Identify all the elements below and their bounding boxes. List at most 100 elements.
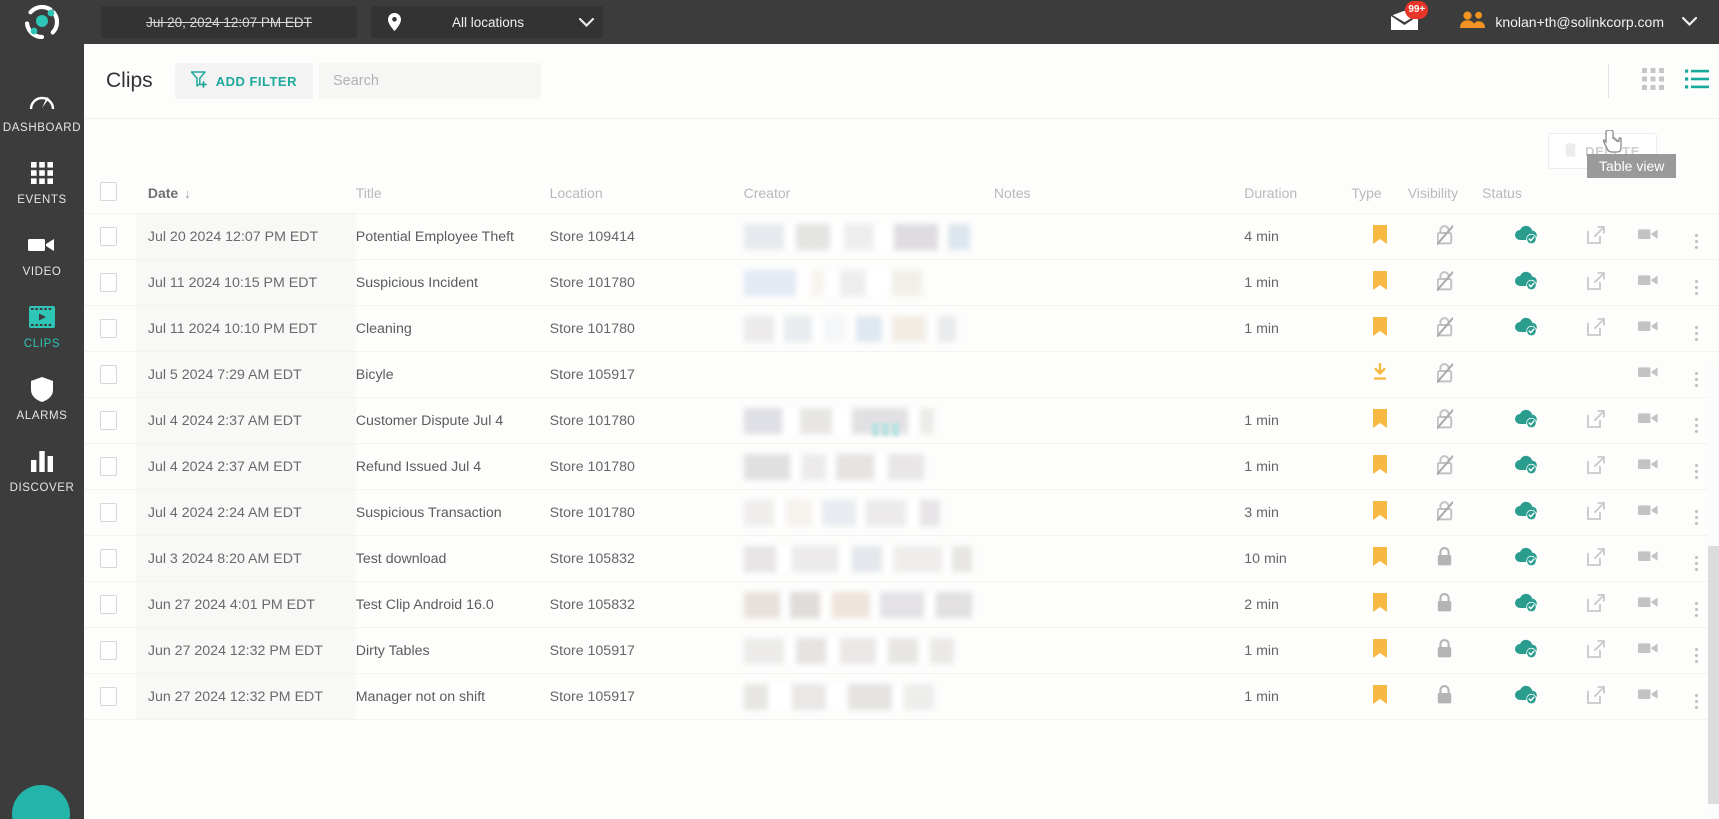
row-more-menu-icon[interactable] [1694, 463, 1698, 479]
play-video-icon[interactable] [1637, 595, 1658, 610]
lock-open-slashed-icon[interactable] [1436, 270, 1453, 291]
cloud-uploaded-icon[interactable] [1515, 270, 1537, 291]
table-row[interactable]: Jul 4 2024 2:24 AM EDT Suspicious Transac… [84, 489, 1719, 536]
play-video-icon[interactable] [1637, 641, 1658, 656]
table-row[interactable]: Jul 11 2024 10:15 PM EDT Suspicious Incid… [84, 259, 1719, 306]
cloud-uploaded-icon[interactable] [1515, 224, 1537, 245]
row-checkbox[interactable] [100, 641, 117, 660]
play-video-icon[interactable] [1637, 411, 1658, 426]
play-video-icon[interactable] [1637, 227, 1658, 242]
search-input[interactable] [319, 63, 541, 99]
table-row[interactable]: Jun 27 2024 12:32 PM EDT Manager not on s… [84, 673, 1719, 720]
row-more-menu-icon[interactable] [1694, 325, 1698, 341]
sidebar-item-discover[interactable]: DISCOVER [0, 434, 84, 506]
select-all-checkbox[interactable] [100, 182, 117, 201]
sidebar-item-dashboard[interactable]: DASHBOARD [0, 74, 84, 146]
lock-closed-icon[interactable] [1437, 685, 1452, 704]
column-header-creator[interactable]: Creator [744, 182, 994, 214]
row-checkbox[interactable] [100, 227, 117, 246]
play-video-icon[interactable] [1637, 549, 1658, 564]
table-row[interactable]: Jul 20 2024 12:07 PM EDT Potential Employ… [84, 213, 1719, 260]
sidebar-item-alarms[interactable]: ALARMS [0, 362, 84, 434]
row-checkbox[interactable] [100, 549, 117, 568]
open-external-icon[interactable] [1587, 501, 1605, 520]
row-checkbox[interactable] [100, 595, 117, 614]
table-row[interactable]: Jul 11 2024 10:10 PM EDT Cleaning Store 10… [84, 305, 1719, 352]
row-checkbox[interactable] [100, 365, 117, 384]
cloud-uploaded-icon[interactable] [1515, 546, 1537, 567]
user-menu[interactable]: knolan+th@solinkcorp.com [1460, 11, 1698, 33]
lock-closed-icon[interactable] [1437, 547, 1452, 566]
row-checkbox[interactable] [100, 273, 117, 292]
add-filter-button[interactable]: ADD FILTER [174, 63, 313, 99]
bookmark-icon[interactable] [1372, 501, 1387, 520]
table-row[interactable]: Jul 3 2024 8:20 AM EDT Test download Store… [84, 535, 1719, 582]
cloud-uploaded-icon[interactable] [1515, 408, 1537, 429]
notifications-button[interactable]: 99+ [1389, 0, 1429, 35]
bookmark-icon[interactable] [1372, 271, 1387, 290]
open-external-icon[interactable] [1587, 455, 1605, 474]
row-more-menu-icon[interactable] [1694, 233, 1698, 249]
play-video-icon[interactable] [1637, 273, 1658, 288]
lock-closed-icon[interactable] [1437, 593, 1452, 612]
open-external-icon[interactable] [1587, 639, 1605, 658]
play-video-icon[interactable] [1637, 503, 1658, 518]
table-scrollbar-thumb[interactable] [1708, 546, 1719, 804]
play-video-icon[interactable] [1637, 365, 1658, 380]
open-external-icon[interactable] [1587, 547, 1605, 566]
row-checkbox[interactable] [100, 319, 117, 338]
row-more-menu-icon[interactable] [1694, 417, 1698, 433]
column-header-type[interactable]: Type [1351, 182, 1407, 214]
play-video-icon[interactable] [1637, 319, 1658, 334]
cloud-uploaded-icon[interactable] [1515, 316, 1537, 337]
column-header-notes[interactable]: Notes [994, 182, 1244, 214]
row-checkbox[interactable] [100, 457, 117, 476]
column-header-status[interactable]: Status [1482, 182, 1570, 214]
play-video-icon[interactable] [1637, 687, 1658, 702]
row-more-menu-icon[interactable] [1694, 555, 1698, 571]
app-logo[interactable] [0, 0, 84, 44]
open-external-icon[interactable] [1587, 317, 1605, 336]
column-header-visibility[interactable]: Visibility [1408, 182, 1482, 214]
row-checkbox[interactable] [100, 411, 117, 430]
open-external-icon[interactable] [1587, 271, 1605, 290]
column-header-duration[interactable]: Duration [1244, 182, 1351, 214]
row-more-menu-icon[interactable] [1694, 693, 1698, 709]
bookmark-icon[interactable] [1372, 547, 1387, 566]
cloud-uploaded-icon[interactable] [1515, 684, 1537, 705]
grid-view-button[interactable] [1631, 61, 1675, 101]
sidebar-item-events[interactable]: EVENTS [0, 146, 84, 218]
cloud-uploaded-icon[interactable] [1515, 500, 1537, 521]
row-checkbox[interactable] [100, 503, 117, 522]
row-more-menu-icon[interactable] [1694, 371, 1698, 387]
table-row[interactable]: Jul 4 2024 2:37 AM EDT Customer Dispute J… [84, 397, 1719, 444]
lock-open-slashed-icon[interactable] [1436, 408, 1453, 429]
support-chat-button[interactable] [12, 785, 70, 819]
row-checkbox[interactable] [100, 687, 117, 706]
cloud-uploaded-icon[interactable] [1515, 454, 1537, 475]
bookmark-icon[interactable] [1372, 639, 1387, 658]
location-filter[interactable]: All locations [371, 6, 603, 38]
cloud-uploaded-icon[interactable] [1515, 592, 1537, 613]
column-header-location[interactable]: Location [550, 182, 744, 214]
open-external-icon[interactable] [1587, 685, 1605, 704]
lock-open-slashed-icon[interactable] [1436, 500, 1453, 521]
column-header-date[interactable]: Date ↓ [136, 182, 356, 214]
bookmark-icon[interactable] [1372, 317, 1387, 336]
date-range-picker[interactable]: Jul 20, 2024 12:07 PM EDT [101, 6, 357, 38]
column-header-title[interactable]: Title [356, 182, 550, 214]
table-row[interactable]: Jun 27 2024 12:32 PM EDT Dirty Tables Stor… [84, 627, 1719, 674]
lock-closed-icon[interactable] [1437, 639, 1452, 658]
open-external-icon[interactable] [1587, 593, 1605, 612]
sidebar-item-video[interactable]: VIDEO [0, 218, 84, 290]
lock-open-slashed-icon[interactable] [1436, 362, 1453, 383]
bookmark-icon[interactable] [1372, 409, 1387, 428]
open-external-icon[interactable] [1587, 409, 1605, 428]
lock-open-slashed-icon[interactable] [1436, 224, 1453, 245]
row-more-menu-icon[interactable] [1694, 601, 1698, 617]
table-row[interactable]: Jun 27 2024 4:01 PM EDT Test Clip Android… [84, 581, 1719, 628]
table-view-button[interactable] [1675, 61, 1719, 101]
play-video-icon[interactable] [1637, 457, 1658, 472]
open-external-icon[interactable] [1587, 225, 1605, 244]
bookmark-icon[interactable] [1372, 593, 1387, 612]
